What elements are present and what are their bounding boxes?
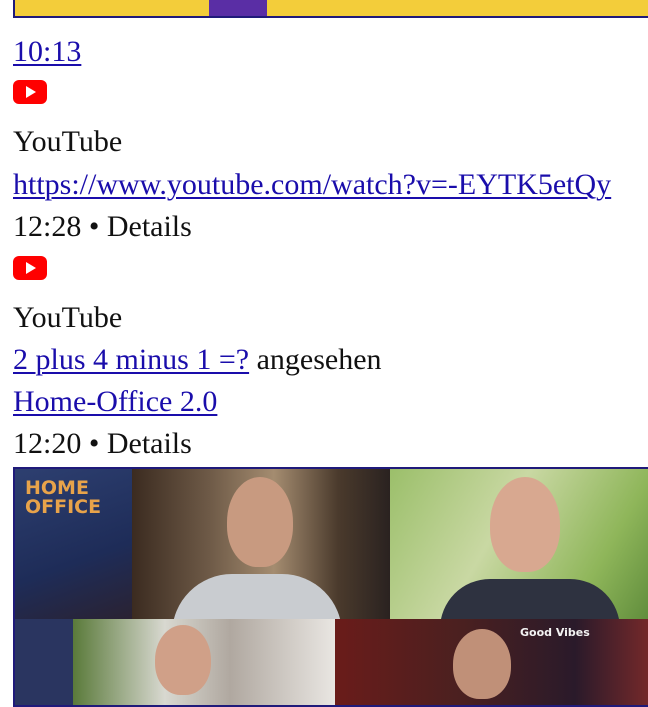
source-label: YouTube [13,125,123,158]
person-figure [172,574,342,619]
video-title-link[interactable]: 2 plus 4 minus 1 =? [13,343,249,376]
time-details-text[interactable]: 12:20 • Details [13,427,192,460]
youtube-logo-icon [13,80,47,104]
thumbnail-panel [390,469,648,619]
youtube-logo-icon [13,256,47,280]
person-face [227,477,293,567]
thumbnail-panel [132,469,390,619]
thumbnail-panel: HOME OFFICE [15,469,132,619]
thumbnail-panel: Good Vibes [335,619,648,705]
watched-suffix: angesehen [249,343,382,376]
person-face [155,625,211,695]
thumbnail-panel [73,619,335,705]
thumbnail-panel [15,619,73,705]
entry-time-details: 12:20 • Details [13,426,192,462]
entry-time-details: 12:28 • Details [13,209,192,245]
home-office-logo: HOME OFFICE [25,477,102,518]
watched-line: 2 plus 4 minus 1 =? angesehen [13,342,382,378]
person-figure [440,579,620,619]
video-url-link[interactable]: https://www.youtube.com/watch?v=-EYTK5et… [13,167,611,203]
time-link[interactable]: 10:13 [13,34,81,70]
source-label: YouTube [13,301,123,334]
person-face [453,629,511,699]
video-thumbnail[interactable]: HOME OFFICE Good Vibes [13,467,648,707]
person-face [490,477,560,572]
previous-video-thumbnail[interactable] [13,0,648,18]
thumbnail-graphic [209,0,267,16]
channel-link[interactable]: Home-Office 2.0 [13,384,217,420]
time-details-text[interactable]: 12:28 • Details [13,210,192,243]
good-vibes-badge: Good Vibes [520,626,590,639]
